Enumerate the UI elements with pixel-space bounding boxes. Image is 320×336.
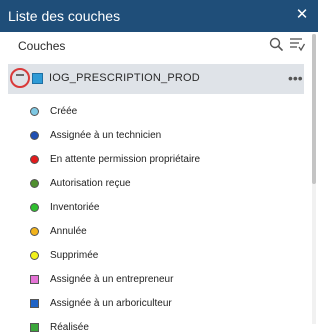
legend-label: Annulée [50, 226, 87, 237]
legend-symbol-circle [30, 203, 39, 212]
layer-row[interactable]: IOG_PRESCRIPTION_PROD ••• [8, 64, 304, 94]
legend-label: Assignée à un technicien [50, 130, 162, 141]
legend-symbol-circle [30, 251, 39, 260]
layer-name: IOG_PRESCRIPTION_PROD [49, 72, 200, 84]
legend-symbol-circle [30, 227, 39, 236]
legend-label: Réalisée [50, 322, 89, 333]
legend-symbol-square [30, 275, 39, 284]
scrollbar[interactable] [312, 34, 316, 324]
window-titlebar: Liste des couches ✕ [0, 0, 318, 32]
layer-icon [32, 73, 43, 84]
window-title: Liste des couches [8, 8, 121, 24]
legend-label: Autorisation reçue [50, 178, 131, 189]
collapse-highlight-ring [10, 68, 30, 88]
legend-symbol-circle [30, 179, 39, 188]
collapse-icon[interactable] [16, 74, 24, 76]
search-icon[interactable] [269, 37, 283, 51]
legend-label: Assignée à un entrepreneur [50, 274, 174, 285]
legend-label: Assignée à un arboriculteur [50, 298, 172, 309]
filter-icon[interactable] [289, 36, 305, 52]
section-title: Couches [18, 39, 66, 53]
scrollbar-thumb[interactable] [312, 34, 316, 184]
legend-symbol-square [30, 323, 39, 332]
legend-label: Inventoriée [50, 202, 100, 213]
legend-label: En attente permission propriétaire [50, 154, 201, 165]
close-icon[interactable]: ✕ [292, 4, 312, 26]
more-icon[interactable]: ••• [288, 68, 303, 88]
legend-symbol-square [30, 299, 39, 308]
legend-label: Supprimée [50, 250, 99, 261]
legend-label: Créée [50, 106, 78, 117]
legend-symbol-circle [30, 107, 39, 116]
legend-symbol-circle [30, 131, 39, 140]
legend-symbol-circle [30, 155, 39, 164]
